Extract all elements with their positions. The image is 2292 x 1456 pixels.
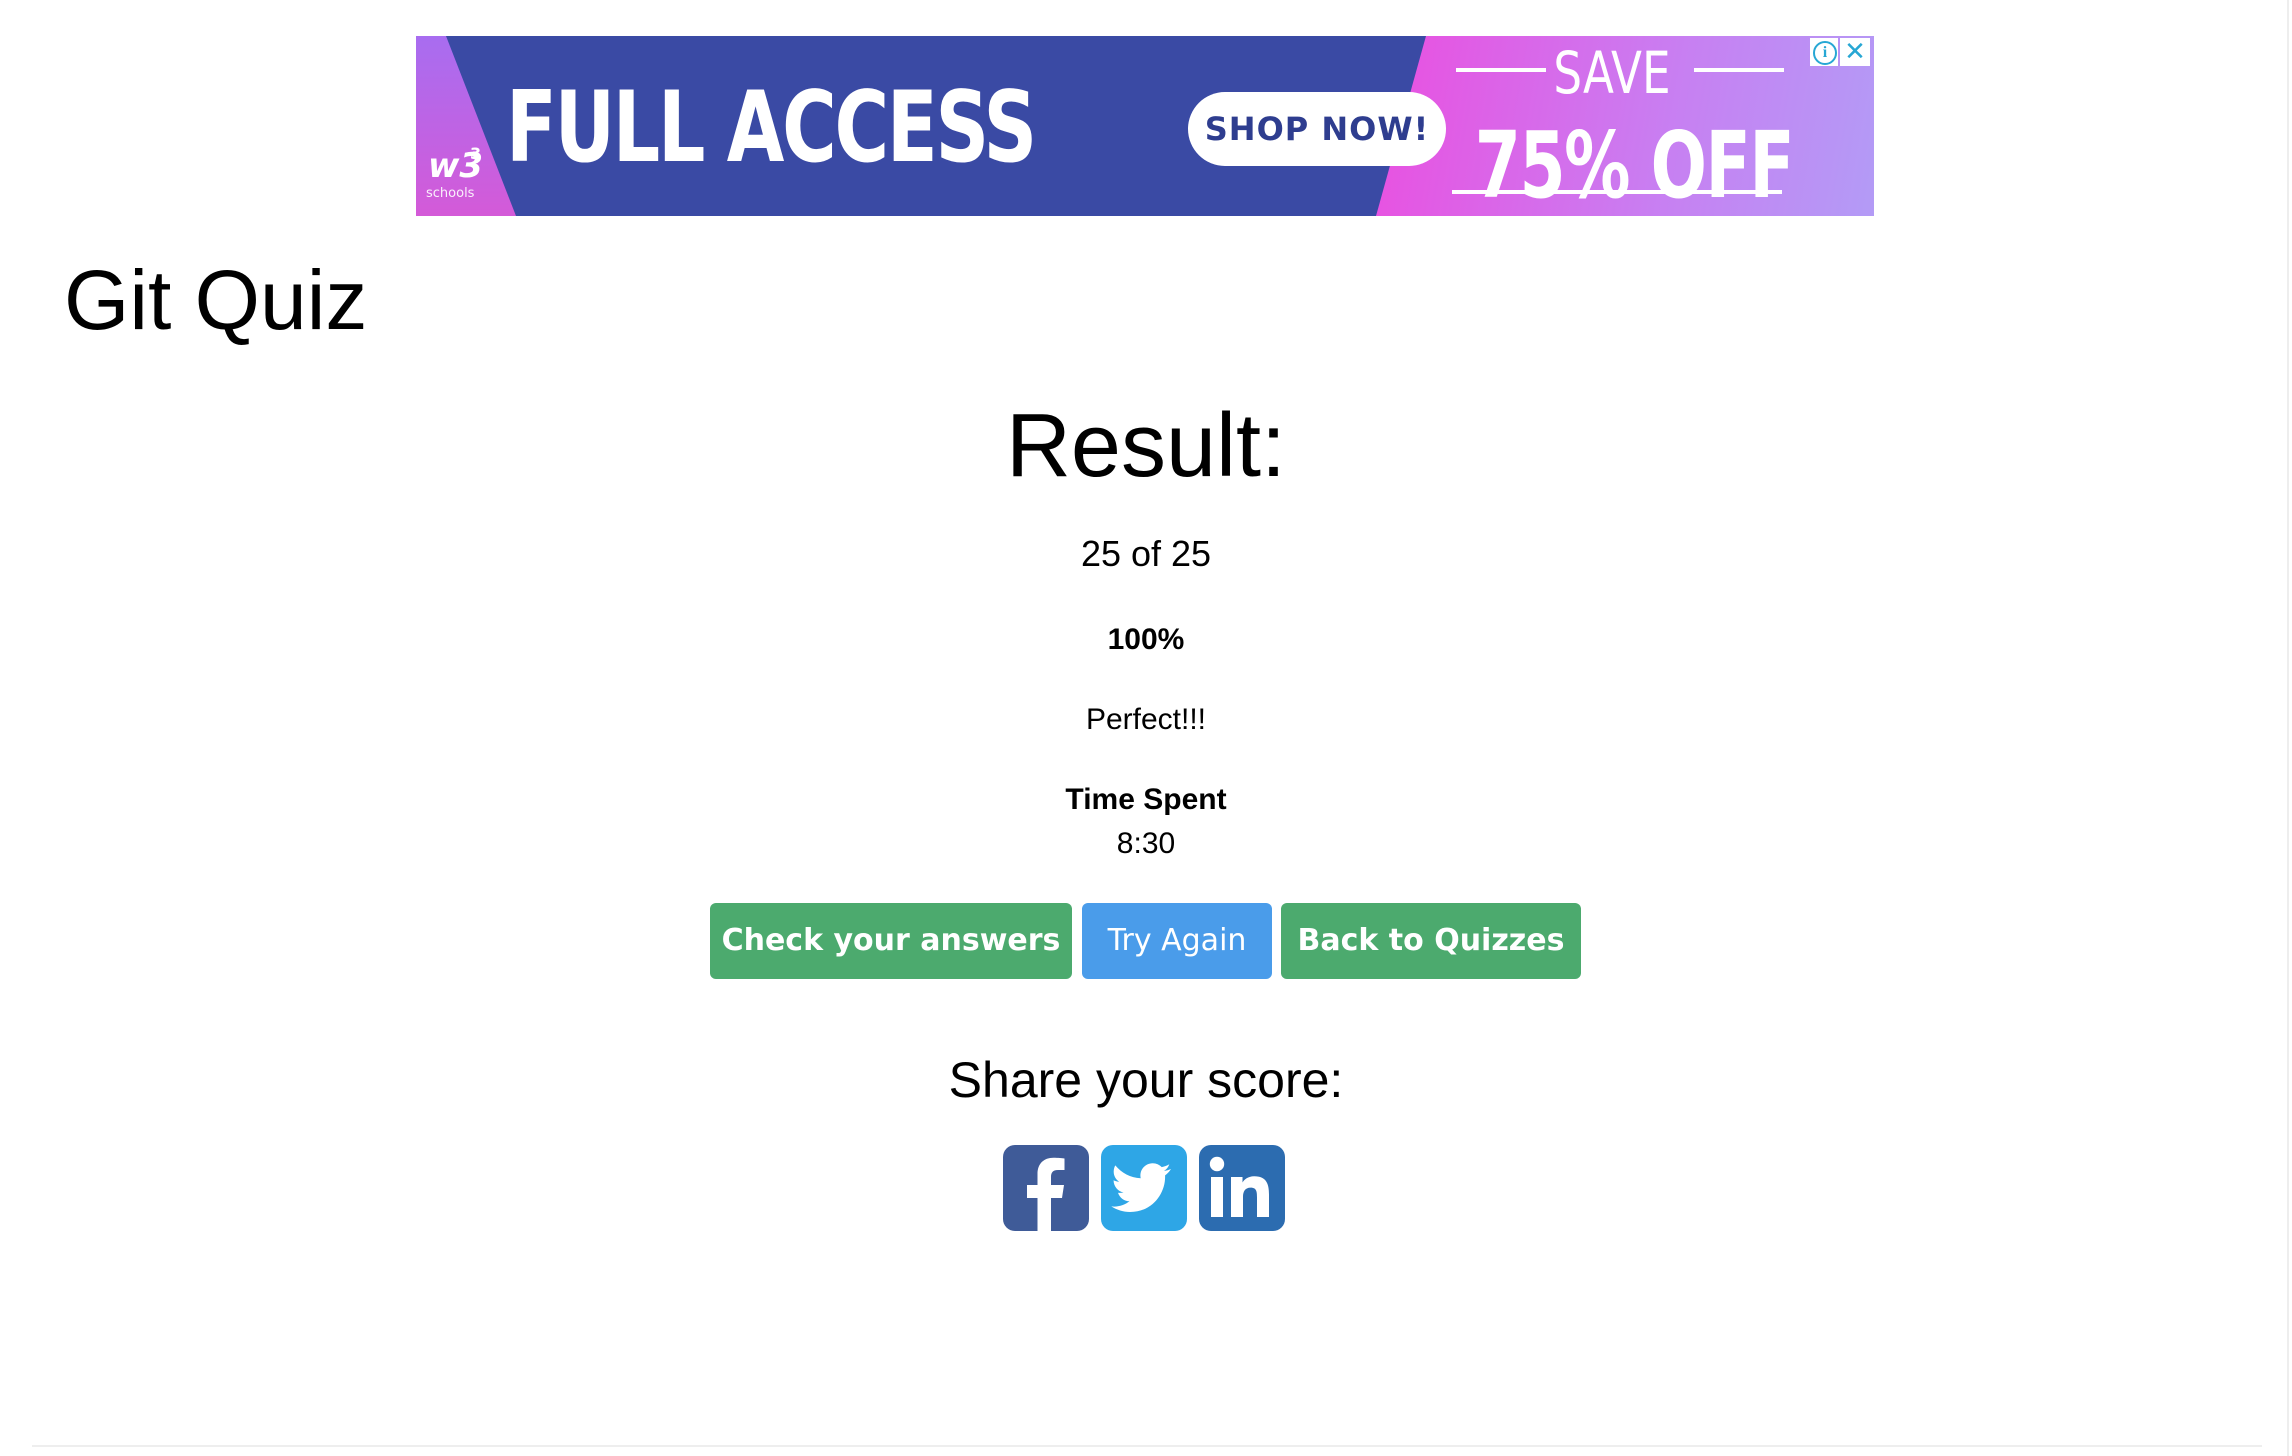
linkedin-icon[interactable] [1199, 1145, 1285, 1231]
ad-discount-underline [1452, 190, 1782, 194]
linkedin-glyph [1209, 1156, 1269, 1217]
ad-discount-label: 75% OFF [1474, 112, 1795, 216]
ad-shop-now-button[interactable]: SHOP NOW! [1188, 92, 1446, 166]
ad-save-divider-left [1456, 68, 1546, 72]
footer-divider [32, 1445, 2262, 1447]
quiz-result-page: w3 3 schools FULL ACCESS SHOP NOW! SAVE … [0, 0, 2292, 1456]
ad-save-label: SAVE [1553, 39, 1671, 107]
result-message: Perfect!!! [1085, 703, 1207, 736]
w3schools-logo-superscript: 3 [470, 144, 482, 163]
back-to-quizzes-button[interactable]: Back to Quizzes [1281, 903, 1581, 979]
share-heading: Share your score: [948, 1052, 1344, 1108]
try-again-button[interactable]: Try Again [1082, 903, 1272, 979]
check-answers-button[interactable]: Check your answers [710, 903, 1072, 979]
scrollbar-track[interactable] [2287, 0, 2289, 1456]
facebook-glyph [1027, 1157, 1065, 1231]
facebook-icon[interactable] [1003, 1145, 1089, 1231]
ad-save-divider-right [1694, 68, 1784, 72]
time-spent-value: 8:30 [1116, 827, 1176, 860]
ad-info-icon[interactable]: i [1810, 38, 1838, 66]
w3schools-logo: w3 3 schools [424, 144, 494, 208]
time-spent-label: Time Spent [1065, 783, 1227, 816]
result-heading: Result: [1005, 396, 1287, 496]
twitter-icon[interactable] [1101, 1145, 1187, 1231]
score-percent: 100% [1107, 623, 1185, 656]
twitter-glyph [1111, 1163, 1171, 1212]
score-text: 25 of 25 [1080, 533, 1212, 574]
ad-info-glyph: i [1813, 41, 1837, 65]
w3schools-logo-text: schools [426, 186, 475, 201]
ad-banner[interactable]: w3 3 schools FULL ACCESS SHOP NOW! SAVE … [416, 36, 1874, 216]
ad-close-icon[interactable]: ✕ [1840, 38, 1870, 66]
page-title: Git Quiz [64, 253, 368, 347]
